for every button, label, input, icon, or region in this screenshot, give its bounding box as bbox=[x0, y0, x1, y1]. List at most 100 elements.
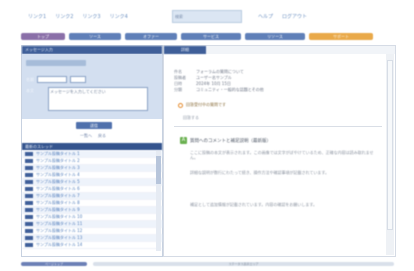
status-ring-icon bbox=[178, 102, 183, 108]
list-item[interactable]: サンプル投稿タイトル 1 bbox=[22, 151, 162, 158]
search-placeholder: 検索 bbox=[175, 14, 183, 19]
list-bullet-icon bbox=[25, 229, 33, 233]
list-bullet-icon bbox=[25, 152, 33, 156]
name-row: 名前 bbox=[26, 76, 86, 83]
answer-title: 質問へのコメントと補足説明（最新版） bbox=[190, 139, 271, 144]
list-bullet-icon bbox=[25, 215, 33, 219]
list-item-title[interactable]: サンプル投稿タイトル 6 bbox=[36, 186, 80, 192]
list-item-title[interactable]: サンプル投稿タイトル 2 bbox=[36, 158, 80, 164]
tab-detail[interactable]: 詳細 bbox=[164, 46, 206, 54]
meta-row: 分類 コミュニティ・一般的な話題とその他 bbox=[174, 87, 264, 93]
compose-brand bbox=[26, 60, 86, 66]
detail-scrollbar[interactable] bbox=[386, 54, 394, 255]
list-link[interactable]: 一覧へ bbox=[80, 133, 92, 139]
list-bullet-icon bbox=[25, 243, 33, 247]
status-bar: ステータス表示エリア bbox=[93, 262, 394, 266]
list-item[interactable]: サンプル投稿タイトル 13 bbox=[22, 235, 162, 242]
list-bullet-icon bbox=[25, 173, 33, 177]
list-bullet-icon bbox=[25, 187, 33, 191]
list-bullet-icon bbox=[25, 222, 33, 226]
message-label: 本文 bbox=[26, 88, 34, 93]
list-item[interactable]: サンプル投稿タイトル 8 bbox=[22, 200, 162, 207]
detail-scroll-thumb[interactable] bbox=[387, 60, 393, 230]
list-item-title[interactable]: サンプル投稿タイトル 12 bbox=[36, 228, 82, 234]
question-status: 回答受付中の質問です bbox=[178, 102, 226, 108]
post-meta: 件名 フォーラムの質問について 投稿者 ユーザー名サンプル 日時 2024年 1… bbox=[174, 69, 264, 93]
name-label: 名前 bbox=[26, 76, 34, 82]
back-link[interactable]: 戻る bbox=[98, 133, 106, 139]
list-item-title[interactable]: サンプル投稿タイトル 7 bbox=[36, 193, 80, 199]
main-nav: トップ ソース オファー サービス リソース サポート bbox=[21, 33, 394, 40]
name-input[interactable] bbox=[37, 76, 67, 83]
list-bullet-icon bbox=[25, 201, 33, 205]
list-bullet-icon bbox=[25, 159, 33, 163]
top-links-right: ヘルプ ログアウト bbox=[258, 13, 307, 20]
list-item[interactable]: サンプル投稿タイトル 6 bbox=[22, 186, 162, 193]
top-link-1[interactable]: リンク1 bbox=[28, 13, 46, 20]
list-item-title[interactable]: サンプル投稿タイトル 10 bbox=[36, 214, 82, 220]
name-option-input[interactable] bbox=[70, 76, 86, 83]
list-item-title[interactable]: サンプル投稿タイトル 5 bbox=[36, 179, 80, 185]
list-item[interactable]: サンプル投稿タイトル 14 bbox=[22, 242, 162, 249]
thread-list-header: 最新のスレッド bbox=[22, 143, 162, 150]
thread-list-scrollbar[interactable] bbox=[156, 151, 161, 251]
answer-link[interactable]: 回答する bbox=[183, 115, 199, 121]
top-link-2[interactable]: リンク2 bbox=[55, 13, 73, 20]
list-item-title[interactable]: サンプル投稿タイトル 14 bbox=[36, 242, 82, 248]
help-link[interactable]: ヘルプ bbox=[258, 13, 273, 20]
answer-icon: A bbox=[180, 137, 187, 144]
meta-key: 分類 bbox=[174, 87, 182, 92]
answer-paragraph: ここに投稿の本文が表示されます。この画像では文字がぼやけているため、正確な内容は… bbox=[190, 150, 374, 160]
list-item-title[interactable]: サンプル投稿タイトル 11 bbox=[36, 221, 82, 227]
search-input[interactable]: 検索 bbox=[172, 10, 242, 23]
meta-value: コミュニティ・一般的な話題とその他 bbox=[196, 87, 264, 92]
answer-paragraph: 補足として追加情報が記載されています。内容の確認をお願いします。 bbox=[190, 202, 317, 207]
list-item-title[interactable]: サンプル投稿タイトル 13 bbox=[36, 235, 82, 241]
list-item-title[interactable]: サンプル投稿タイトル 1 bbox=[36, 151, 80, 157]
content-divider bbox=[174, 126, 382, 127]
list-bullet-icon bbox=[25, 180, 33, 184]
nav-tab-services[interactable]: サービス bbox=[181, 33, 241, 40]
status-text: 回答受付中の質問です bbox=[186, 102, 226, 107]
compose-links: 一覧へ 戻る bbox=[80, 133, 106, 139]
bottom-bar: ページトップ ステータス表示エリア bbox=[21, 261, 394, 267]
list-item[interactable]: サンプル投稿タイトル 9 bbox=[22, 207, 162, 214]
left-panel-header: メッセージ入力 bbox=[22, 46, 162, 54]
nav-tab-support[interactable]: サポート bbox=[309, 33, 373, 40]
top-link-3[interactable]: リンク3 bbox=[82, 13, 100, 20]
list-item-title[interactable]: サンプル投稿タイトル 3 bbox=[36, 165, 80, 171]
top-link-4[interactable]: リンク4 bbox=[110, 13, 128, 20]
list-item[interactable]: サンプル投稿タイトル 4 bbox=[22, 172, 162, 179]
top-links-left: リンク1 リンク2 リンク3 リンク4 bbox=[28, 13, 128, 20]
detail-tab-strip: 詳細 bbox=[164, 46, 395, 54]
list-bullet-icon bbox=[25, 166, 33, 170]
list-item[interactable]: サンプル投稿タイトル 2 bbox=[22, 158, 162, 165]
top-utility-bar: リンク1 リンク2 リンク3 リンク4 検索 ヘルプ ログアウト bbox=[0, 0, 414, 28]
list-bullet-icon bbox=[25, 236, 33, 240]
page-top-button[interactable]: ページトップ bbox=[21, 262, 87, 266]
thread-list-scroll-thumb[interactable] bbox=[156, 156, 161, 184]
nav-tab-offers[interactable]: オファー bbox=[125, 33, 177, 40]
list-item-title[interactable]: サンプル投稿タイトル 4 bbox=[36, 172, 80, 178]
list-item[interactable]: サンプル投稿タイトル 10 bbox=[22, 214, 162, 221]
list-bullet-icon bbox=[25, 208, 33, 212]
list-item[interactable]: サンプル投稿タイトル 7 bbox=[22, 193, 162, 200]
list-item-title[interactable]: サンプル投稿タイトル 9 bbox=[36, 207, 80, 213]
list-item[interactable]: サンプル投稿タイトル 12 bbox=[22, 228, 162, 235]
compose-form: 名前 本文 メッセージを入力してください bbox=[22, 54, 162, 119]
list-item[interactable]: サンプル投稿タイトル 5 bbox=[22, 179, 162, 186]
thread-list: サンプル投稿タイトル 1 サンプル投稿タイトル 2 サンプル投稿タイトル 3 サ… bbox=[22, 151, 162, 249]
list-bullet-icon bbox=[25, 194, 33, 198]
answer-paragraph: 詳細な説明が数行にわたって続き、操作方法や確認事項が記載されています。 bbox=[190, 170, 329, 175]
right-panel: 詳細 件名 フォーラムの質問について 投稿者 ユーザー名サンプル 日時 2024… bbox=[163, 45, 396, 257]
logout-link[interactable]: ログアウト bbox=[282, 13, 307, 20]
nav-tab-top[interactable]: トップ bbox=[21, 33, 65, 40]
list-item[interactable]: サンプル投稿タイトル 11 bbox=[22, 221, 162, 228]
nav-tab-sources[interactable]: ソース bbox=[69, 33, 121, 40]
message-textarea[interactable]: メッセージを入力してください bbox=[48, 87, 148, 111]
list-item-title[interactable]: サンプル投稿タイトル 8 bbox=[36, 200, 80, 206]
submit-button[interactable]: 送信 bbox=[76, 122, 112, 129]
list-item[interactable]: サンプル投稿タイトル 3 bbox=[22, 165, 162, 172]
left-panel: メッセージ入力 名前 本文 メッセージを入力してください 送信 一覧へ 戻る 最… bbox=[21, 45, 163, 257]
nav-tab-resources[interactable]: リソース bbox=[245, 33, 305, 40]
